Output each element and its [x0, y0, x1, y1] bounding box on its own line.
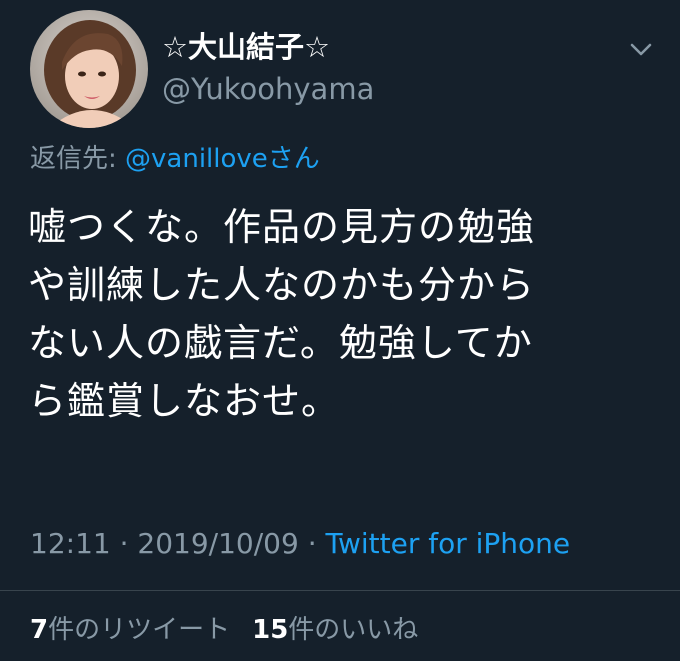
tweet-detail: ☆大山結子☆ @Yukoohyama 返信先: @vanilloveさん 嘘つく…	[0, 0, 680, 661]
tweet-stats: 7件のリツイート 15件のいいね	[30, 612, 418, 648]
like-stat[interactable]: 15件のいいね	[252, 615, 418, 645]
tweet-meta: 12:11 · 2019/10/09 · Twitter for iPhone	[30, 526, 570, 562]
avatar[interactable]	[30, 10, 148, 128]
meta-separator: ·	[110, 527, 138, 560]
tweet-source-link[interactable]: Twitter for iPhone	[326, 527, 571, 560]
reply-target-link[interactable]: @vanilloveさん	[125, 144, 320, 174]
meta-separator: ·	[298, 527, 326, 560]
tweet-text-line: ない人の戯言だ。勉強してか	[28, 321, 533, 365]
tweet-text-line: 嘘つくな。作品の見方の勉強	[28, 205, 536, 249]
like-count: 15	[252, 615, 289, 645]
author-handle[interactable]: @Yukoohyama	[162, 72, 374, 106]
retweet-label: 件のリツイート	[48, 615, 231, 645]
like-label: 件のいいね	[288, 615, 419, 645]
reply-to: 返信先: @vanilloveさん	[30, 142, 320, 176]
chevron-down-icon[interactable]	[628, 40, 654, 60]
author-display-name[interactable]: ☆大山結子☆	[162, 30, 330, 64]
retweet-stat[interactable]: 7件のリツイート	[30, 615, 230, 645]
tweet-text-line: ら鑑賞しなおせ。	[28, 379, 341, 423]
divider	[0, 590, 680, 591]
retweet-count: 7	[30, 615, 49, 645]
tweet-time[interactable]: 12:11	[30, 527, 111, 560]
tweet-text: 嘘つくな。作品の見方の勉強 や訓練した人なのかも分から ない人の戯言だ。勉強して…	[28, 198, 658, 430]
tweet-date[interactable]: 2019/10/09	[137, 527, 298, 560]
tweet-text-line: や訓練した人なのかも分から	[28, 263, 536, 307]
reply-prefix: 返信先:	[30, 144, 126, 174]
